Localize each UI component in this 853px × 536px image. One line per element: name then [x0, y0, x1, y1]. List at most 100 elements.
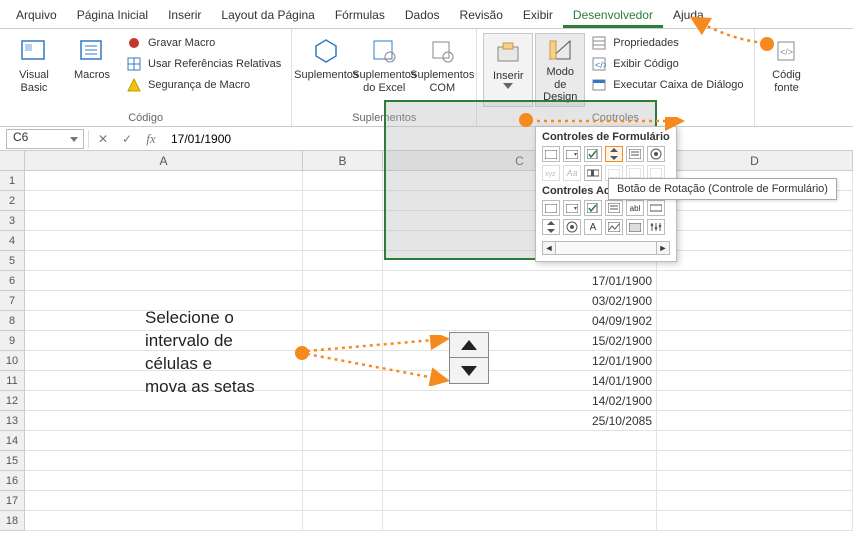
menu-desenvolvedor[interactable]: Desenvolvedor: [563, 4, 663, 28]
activex-scrollbar-icon[interactable]: [647, 200, 665, 216]
cell-B6[interactable]: [303, 271, 383, 291]
inserir-controle-button[interactable]: Inserir: [483, 33, 533, 107]
cell-C14[interactable]: [383, 431, 657, 451]
cell-A4[interactable]: [25, 231, 303, 251]
activex-spinbutton-icon[interactable]: [542, 219, 560, 235]
activex-checkbox-icon[interactable]: [584, 200, 602, 216]
cell-D11[interactable]: [657, 371, 853, 391]
cell-A14[interactable]: [25, 431, 303, 451]
cell-D8[interactable]: [657, 311, 853, 331]
activex-label-icon[interactable]: A: [584, 219, 602, 235]
col-head-b[interactable]: B: [303, 151, 383, 171]
cell-A16[interactable]: [25, 471, 303, 491]
row-head-2[interactable]: 2: [0, 191, 25, 211]
scroll-right-button[interactable]: ►: [656, 241, 670, 255]
cell-B11[interactable]: [303, 371, 383, 391]
row-head-14[interactable]: 14: [0, 431, 25, 451]
cell-B9[interactable]: [303, 331, 383, 351]
cell-C8[interactable]: 04/09/1902: [383, 311, 657, 331]
cell-D6[interactable]: [657, 271, 853, 291]
activex-button-icon[interactable]: [542, 200, 560, 216]
row-head-3[interactable]: 3: [0, 211, 25, 231]
cell-C11[interactable]: 14/01/1900: [383, 371, 657, 391]
cell-B7[interactable]: [303, 291, 383, 311]
activex-togglebutton-icon[interactable]: [626, 219, 644, 235]
activex-morecontrols-icon[interactable]: [647, 219, 665, 235]
form-listbox-icon[interactable]: [626, 146, 644, 162]
cell-D17[interactable]: [657, 491, 853, 511]
cell-C10[interactable]: 12/01/1900: [383, 351, 657, 371]
cell-B8[interactable]: [303, 311, 383, 331]
row-head-8[interactable]: 8: [0, 311, 25, 331]
menu-layout-da-pagina[interactable]: Layout da Página: [211, 4, 324, 28]
menu-dados[interactable]: Dados: [395, 4, 450, 28]
row-head-9[interactable]: 9: [0, 331, 25, 351]
cell-D15[interactable]: [657, 451, 853, 471]
row-head-5[interactable]: 5: [0, 251, 25, 271]
cell-C6[interactable]: 17/01/1900: [383, 271, 657, 291]
cell-A1[interactable]: [25, 171, 303, 191]
row-head-11[interactable]: 11: [0, 371, 25, 391]
cell-D3[interactable]: [657, 211, 853, 231]
cell-C12[interactable]: 14/02/1900: [383, 391, 657, 411]
row-head-4[interactable]: 4: [0, 231, 25, 251]
row-head-17[interactable]: 17: [0, 491, 25, 511]
cell-A18[interactable]: [25, 511, 303, 531]
cell-C15[interactable]: [383, 451, 657, 471]
name-box[interactable]: C6: [6, 129, 84, 149]
dropdown-scrollbar[interactable]: ◄ ►: [542, 241, 670, 255]
row-head-7[interactable]: 7: [0, 291, 25, 311]
scroll-track[interactable]: [556, 241, 656, 255]
form-button-icon[interactable]: [542, 146, 560, 162]
select-all-corner[interactable]: [0, 151, 25, 171]
form-checkbox-icon[interactable]: [584, 146, 602, 162]
row-head-18[interactable]: 18: [0, 511, 25, 531]
cell-C17[interactable]: [383, 491, 657, 511]
cell-A6[interactable]: [25, 271, 303, 291]
menu-pagina-inicial[interactable]: Página Inicial: [67, 4, 158, 28]
form-scrollbar-icon[interactable]: [584, 165, 602, 181]
seguranca-macro-button[interactable]: Segurança de Macro: [122, 75, 285, 95]
menu-exibir[interactable]: Exibir: [513, 4, 563, 28]
spin-down-button[interactable]: [450, 358, 488, 383]
row-head-12[interactable]: 12: [0, 391, 25, 411]
cell-B10[interactable]: [303, 351, 383, 371]
cell-A13[interactable]: [25, 411, 303, 431]
row-head-15[interactable]: 15: [0, 451, 25, 471]
macros-button[interactable]: Macros: [64, 33, 120, 84]
cell-B15[interactable]: [303, 451, 383, 471]
formula-input[interactable]: [165, 132, 851, 146]
suplementos-com-button[interactable]: SuplementosCOM: [414, 33, 470, 96]
cell-C9[interactable]: 15/02/1900: [383, 331, 657, 351]
menu-inserir[interactable]: Inserir: [158, 4, 211, 28]
form-spinbutton-icon[interactable]: [605, 146, 623, 162]
activex-image-icon[interactable]: [605, 219, 623, 235]
propriedades-button[interactable]: Propriedades: [587, 33, 747, 53]
cell-C13[interactable]: 25/10/2085: [383, 411, 657, 431]
cell-A5[interactable]: [25, 251, 303, 271]
modo-design-button[interactable]: Modo deDesign: [535, 33, 585, 107]
col-head-d[interactable]: D: [657, 151, 853, 171]
cell-B12[interactable]: [303, 391, 383, 411]
cell-B16[interactable]: [303, 471, 383, 491]
cell-B13[interactable]: [303, 411, 383, 431]
cell-C18[interactable]: [383, 511, 657, 531]
menu-arquivo[interactable]: Arquivo: [6, 4, 67, 28]
row-head-6[interactable]: 6: [0, 271, 25, 291]
form-optionbutton-icon[interactable]: [647, 146, 665, 162]
fx-button[interactable]: fx: [141, 129, 161, 149]
cell-A2[interactable]: [25, 191, 303, 211]
suplementos-excel-button[interactable]: Suplementosdo Excel: [356, 33, 412, 96]
cell-C16[interactable]: [383, 471, 657, 491]
menu-revisao[interactable]: Revisão: [450, 4, 513, 28]
activex-listbox-icon[interactable]: [605, 200, 623, 216]
cell-D13[interactable]: [657, 411, 853, 431]
cell-D9[interactable]: [657, 331, 853, 351]
executar-dialogo-button[interactable]: Executar Caixa de Diálogo: [587, 75, 747, 95]
cell-D4[interactable]: [657, 231, 853, 251]
cell-A17[interactable]: [25, 491, 303, 511]
exibir-codigo-button[interactable]: </> Exibir Código: [587, 54, 747, 74]
cell-D12[interactable]: [657, 391, 853, 411]
cell-B4[interactable]: [303, 231, 383, 251]
cell-A15[interactable]: [25, 451, 303, 471]
